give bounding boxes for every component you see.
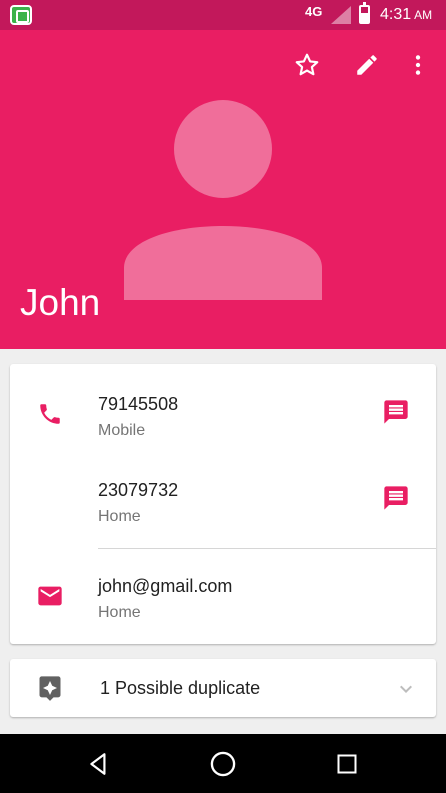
network-type: 4G <box>305 4 323 19</box>
chevron-down-icon[interactable] <box>394 677 418 701</box>
message-icon <box>384 486 408 510</box>
message-button-mobile[interactable] <box>382 398 410 426</box>
email-type-label: Home <box>98 604 141 621</box>
star-icon <box>295 53 319 76</box>
phone-type-label: Home <box>98 508 141 525</box>
contact-avatar-placeholder <box>124 100 322 300</box>
home-button[interactable] <box>206 747 240 781</box>
sparkle-icon <box>39 676 61 701</box>
possible-duplicate-label: 1 Possible duplicate <box>100 678 261 698</box>
signal-icon <box>331 6 351 24</box>
phone-number: 79145508 <box>98 394 179 414</box>
email-icon <box>36 582 64 610</box>
contact-header: John <box>0 30 446 349</box>
possible-duplicate-card[interactable]: 1 Possible duplicate <box>10 659 436 717</box>
home-icon <box>210 751 236 777</box>
more-vert-icon <box>415 55 421 75</box>
navigation-bar <box>0 734 446 793</box>
back-icon <box>90 753 106 775</box>
phone-type-label: Mobile <box>98 422 146 439</box>
message-icon <box>384 400 408 424</box>
phone-row-mobile[interactable]: 79145508 Mobile <box>10 378 370 454</box>
edit-button[interactable] <box>352 50 382 80</box>
back-button[interactable] <box>82 747 116 781</box>
favorite-button[interactable] <box>292 50 322 80</box>
status-bar: 4G 4:31 AM <box>0 0 446 30</box>
phone-row-home[interactable]: 23079732 Home <box>10 464 370 540</box>
phone-number: 23079732 <box>98 480 179 500</box>
app-notification-icon <box>10 5 32 25</box>
contact-details-card: 79145508 Mobile 23079732 Home john@gmail… <box>10 364 436 644</box>
edit-icon <box>357 55 377 75</box>
message-button-home[interactable] <box>382 484 410 512</box>
section-divider <box>98 548 436 549</box>
email-row[interactable]: john@gmail.com Home <box>10 560 436 636</box>
email-address: john@gmail.com <box>98 576 233 596</box>
recents-button[interactable] <box>330 747 364 781</box>
contact-name: John <box>20 282 101 323</box>
clock: 4:31 AM <box>380 6 433 23</box>
phone-icon <box>36 400 64 428</box>
battery-icon <box>359 2 370 24</box>
more-options-button[interactable] <box>403 50 433 80</box>
recents-icon <box>337 754 357 774</box>
